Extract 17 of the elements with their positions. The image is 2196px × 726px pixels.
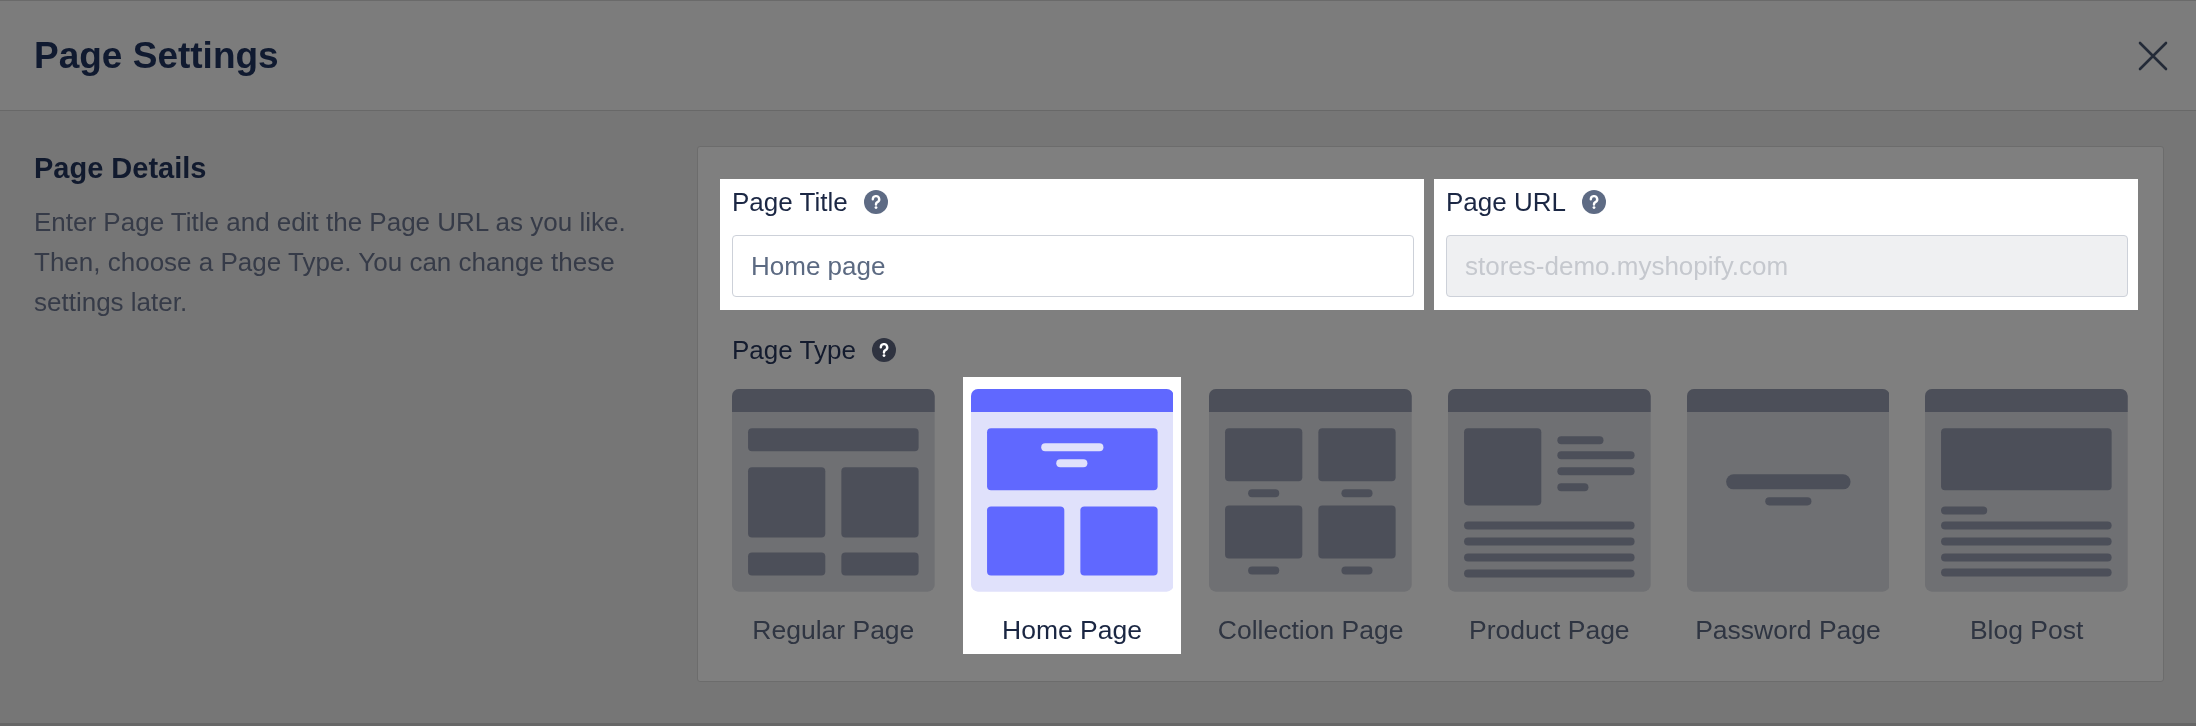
field-label: Page URL bbox=[1446, 186, 1566, 219]
help-icon[interactable] bbox=[871, 338, 896, 362]
dialog-title: Page Settings bbox=[34, 33, 279, 78]
page-type-option[interactable]: Password Page bbox=[1678, 377, 1898, 654]
field-label: Page Type bbox=[732, 334, 856, 367]
field-label: Page Title bbox=[732, 186, 848, 219]
page-type-option[interactable]: Blog Post bbox=[1917, 377, 2136, 654]
help-icon[interactable] bbox=[863, 190, 888, 214]
page-type-option[interactable]: Product Page bbox=[1440, 377, 1659, 654]
section-heading: Page Details bbox=[34, 151, 208, 186]
section-description: Enter Page Title and edit the Page URL as you like. Then, choose a Page Type. You can change these settings later. bbox=[34, 206, 627, 319]
page-type-option[interactable]: Home Page bbox=[962, 377, 1182, 654]
text-field[interactable]: Home page bbox=[732, 235, 1414, 297]
close-button[interactable] bbox=[2138, 40, 2168, 71]
page-type-option[interactable]: Regular Page bbox=[724, 377, 943, 654]
page-type-option[interactable]: Collection Page bbox=[1201, 377, 1420, 654]
close-icon bbox=[2138, 40, 2168, 71]
